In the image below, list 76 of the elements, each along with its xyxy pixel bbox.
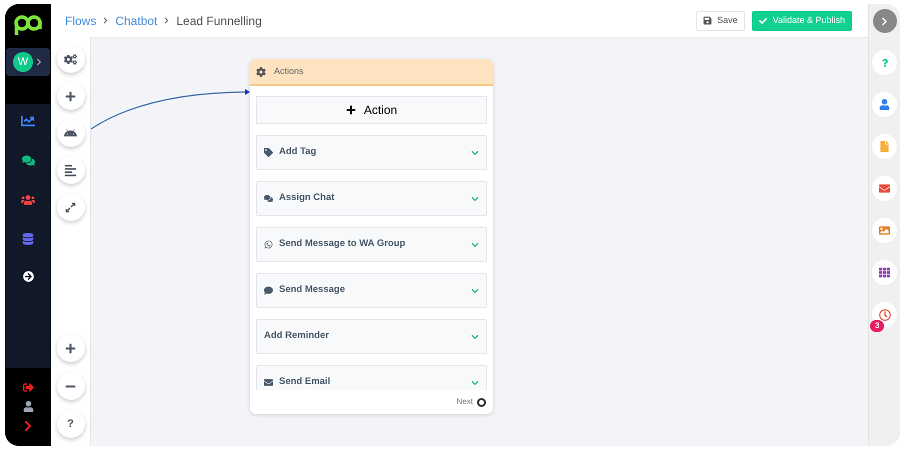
next-label: Next bbox=[456, 396, 473, 408]
breadcrumb[interactable]: Chatbot bbox=[115, 12, 158, 30]
logout-icon[interactable] bbox=[22, 382, 34, 393]
bot-button[interactable] bbox=[56, 119, 84, 147]
settings-button[interactable] bbox=[56, 45, 84, 73]
action-item[interactable]: Send Message bbox=[256, 273, 487, 308]
action-item[interactable]: Send Email bbox=[256, 365, 487, 390]
action-icon bbox=[264, 378, 273, 387]
collapse-button[interactable] bbox=[872, 9, 896, 33]
check-icon bbox=[758, 16, 767, 24]
align-icon bbox=[64, 164, 77, 176]
action-icon bbox=[264, 194, 273, 203]
question-icon bbox=[880, 58, 888, 66]
save-button[interactable]: Save bbox=[696, 10, 745, 30]
chevron-icon bbox=[163, 17, 170, 24]
users-icon[interactable] bbox=[21, 193, 35, 207]
apps-button[interactable] bbox=[872, 260, 897, 285]
reminder-badge: 3 bbox=[870, 320, 884, 332]
action-label: Add Tag bbox=[279, 145, 316, 160]
zoom-in-button[interactable] bbox=[56, 334, 84, 362]
plus-icon bbox=[65, 90, 76, 102]
save-icon bbox=[703, 16, 712, 25]
envelope-icon bbox=[879, 183, 890, 194]
action-icon bbox=[264, 240, 273, 249]
action-icon bbox=[264, 286, 273, 295]
chevron-icon bbox=[35, 58, 43, 66]
robot-icon bbox=[64, 126, 77, 140]
alarm-clock-icon bbox=[878, 308, 890, 320]
action-item[interactable]: Assign Chat bbox=[256, 181, 487, 216]
action-label: Send Message to WA Group bbox=[279, 237, 406, 252]
user-icon bbox=[879, 99, 890, 110]
action-item[interactable]: Add Reminder bbox=[256, 319, 487, 354]
file-icon bbox=[879, 141, 890, 152]
chevron-icon bbox=[880, 16, 889, 26]
add-action-button[interactable]: Action bbox=[256, 96, 487, 124]
expand-icon bbox=[65, 202, 76, 212]
node-title: Actions bbox=[274, 64, 304, 78]
grid-icon bbox=[879, 267, 890, 278]
image-icon bbox=[879, 225, 890, 236]
chevron-icon bbox=[102, 17, 110, 24]
breadcrumb[interactable]: Flows bbox=[65, 12, 96, 30]
chevron-down-icon bbox=[471, 332, 479, 340]
action-label: Add Reminder bbox=[264, 329, 329, 344]
next-port[interactable] bbox=[477, 398, 486, 406]
account-avatar: W bbox=[13, 52, 33, 72]
chevron-down-icon bbox=[471, 378, 479, 386]
gear-icon bbox=[256, 66, 266, 76]
chevron-down-icon bbox=[471, 240, 479, 248]
email-button[interactable] bbox=[872, 176, 897, 201]
help-button[interactable]: ? bbox=[56, 410, 84, 438]
contact-button[interactable] bbox=[872, 92, 897, 117]
zoom-out-button[interactable] bbox=[56, 372, 84, 400]
action-label: Send Email bbox=[279, 375, 330, 390]
action-item[interactable]: Add Tag bbox=[256, 135, 487, 170]
action-label: Send Message bbox=[279, 283, 345, 298]
plus-icon bbox=[346, 105, 356, 115]
action-icon bbox=[264, 148, 273, 157]
chart-icon[interactable] bbox=[21, 114, 35, 128]
chat-icon[interactable] bbox=[22, 154, 34, 167]
action-label: Assign Chat bbox=[279, 191, 334, 206]
action-item[interactable]: Send Message to WA Group bbox=[256, 227, 487, 262]
reminder-button[interactable] bbox=[872, 302, 897, 327]
chevron-down-icon bbox=[471, 286, 479, 294]
add-button[interactable] bbox=[56, 82, 84, 110]
chevron-down-icon bbox=[471, 148, 479, 156]
chevron-icon[interactable] bbox=[22, 420, 34, 432]
plus-icon bbox=[65, 342, 76, 354]
image-button[interactable] bbox=[872, 218, 897, 243]
align-button[interactable] bbox=[56, 156, 84, 184]
logo-icon bbox=[14, 14, 42, 36]
database-icon[interactable] bbox=[22, 233, 34, 245]
chevron-down-icon bbox=[471, 194, 479, 202]
user-icon[interactable] bbox=[22, 401, 34, 412]
expand-button[interactable] bbox=[56, 193, 84, 221]
gears-icon bbox=[64, 52, 77, 66]
breadcrumb: Lead Funnelling bbox=[176, 12, 262, 30]
